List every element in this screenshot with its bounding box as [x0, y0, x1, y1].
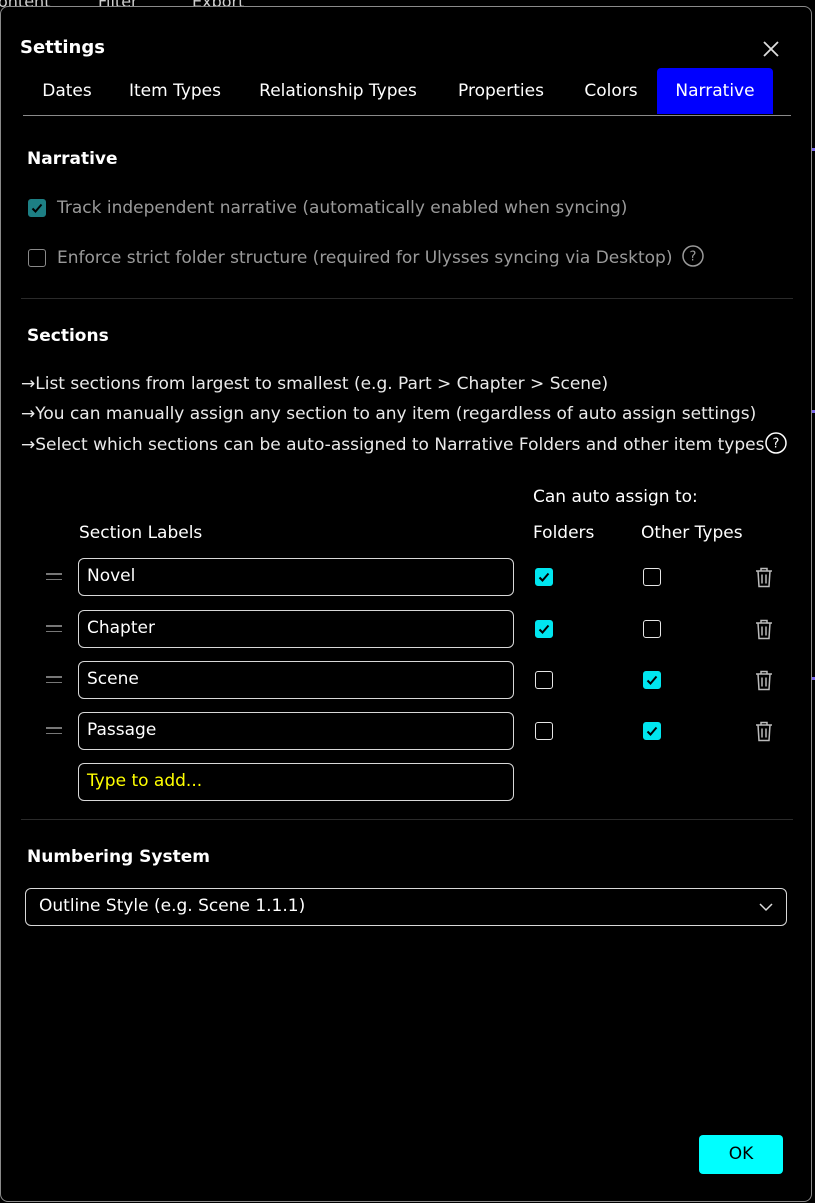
chevron-down-icon [759, 903, 773, 912]
tab-properties[interactable]: Properties [441, 68, 561, 114]
help-icon[interactable]: ? [682, 245, 704, 267]
folders-checkbox[interactable] [535, 620, 553, 638]
section-label-input[interactable]: Passage [78, 712, 514, 750]
check-icon [538, 572, 550, 582]
numbering-heading: Numbering System [27, 847, 210, 867]
narrative-heading: Narrative [27, 149, 118, 169]
trash-icon [756, 670, 772, 691]
svg-text:?: ? [773, 437, 780, 452]
bullet-item: →Select which sections can be auto-assig… [21, 435, 765, 455]
track-narrative-checkbox[interactable] [28, 199, 46, 217]
add-section-input[interactable]: Type to add... [78, 763, 514, 801]
trash-icon [756, 619, 772, 640]
auto-assign-heading: Can auto assign to: [533, 487, 698, 507]
section-divider [21, 819, 793, 820]
other-types-checkbox[interactable] [643, 568, 661, 586]
delete-row-button[interactable] [753, 565, 775, 589]
drag-handle-icon[interactable] [46, 625, 62, 633]
folders-checkbox[interactable] [535, 722, 553, 740]
section-divider [21, 298, 793, 299]
check-icon [538, 624, 550, 634]
check-icon [31, 203, 43, 213]
col-section-labels: Section Labels [79, 523, 203, 543]
close-button[interactable] [759, 37, 783, 61]
bullet-item: →List sections from largest to smallest … [21, 374, 609, 394]
ok-button[interactable]: OK [699, 1135, 783, 1174]
delete-row-button[interactable] [753, 617, 775, 641]
svg-text:?: ? [690, 250, 697, 265]
other-types-checkbox[interactable] [643, 620, 661, 638]
track-narrative-label: Track independent narrative (automatical… [57, 198, 628, 218]
folders-checkbox[interactable] [535, 568, 553, 586]
enforce-folder-label: Enforce strict folder structure (require… [57, 248, 673, 268]
other-types-checkbox[interactable] [643, 671, 661, 689]
close-icon [763, 41, 779, 57]
trash-icon [756, 721, 772, 742]
tab-relationship-types[interactable]: Relationship Types [245, 68, 431, 114]
tab-item-types[interactable]: Item Types [115, 68, 235, 114]
tab-divider [23, 115, 791, 116]
check-icon [646, 675, 658, 685]
settings-dialog: Settings Dates Item Types Relationship T… [0, 6, 812, 1202]
delete-row-button[interactable] [753, 668, 775, 692]
tab-narrative[interactable]: Narrative [657, 68, 773, 114]
numbering-select-value: Outline Style (e.g. Scene 1.1.1) [39, 896, 306, 916]
section-label-input[interactable]: Chapter [78, 610, 514, 648]
check-icon [646, 726, 658, 736]
enforce-folder-checkbox[interactable] [28, 249, 46, 267]
col-folders: Folders [533, 523, 595, 543]
help-icon[interactable]: ? [765, 432, 787, 454]
col-other-types: Other Types [641, 523, 743, 543]
trash-icon [756, 567, 772, 588]
other-types-checkbox[interactable] [643, 722, 661, 740]
bullet-item: →You can manually assign any section to … [21, 404, 757, 424]
sections-heading: Sections [27, 326, 109, 346]
drag-handle-icon[interactable] [46, 573, 62, 581]
tab-dates[interactable]: Dates [23, 68, 111, 114]
drag-handle-icon[interactable] [46, 676, 62, 684]
section-label-input[interactable]: Novel [78, 558, 514, 596]
section-label-input[interactable]: Scene [78, 661, 514, 699]
delete-row-button[interactable] [753, 719, 775, 743]
dialog-title: Settings [20, 37, 105, 58]
folders-checkbox[interactable] [535, 671, 553, 689]
drag-handle-icon[interactable] [46, 727, 62, 735]
numbering-select[interactable]: Outline Style (e.g. Scene 1.1.1) [25, 888, 787, 926]
tab-colors[interactable]: Colors [569, 68, 653, 114]
